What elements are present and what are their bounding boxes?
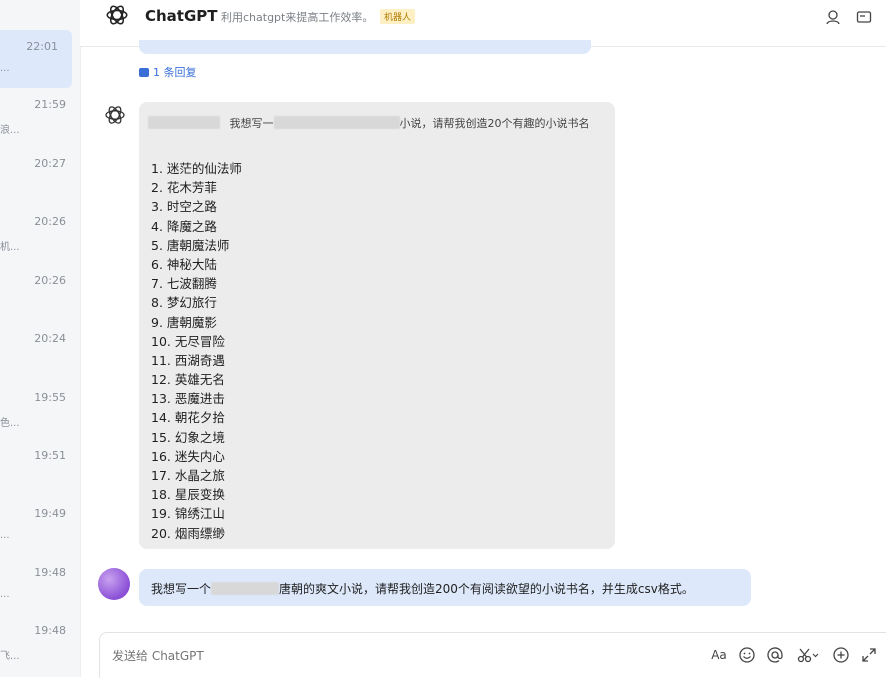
conversation-snippet: ... <box>0 589 10 600</box>
title-list: 1. 迷茫的仙法师 2. 花木芳菲 3. 时空之路 4. 降魔之路 5. 唐朝魔法师 6.… <box>151 159 242 543</box>
title-list-item: 15. 幻象之境 <box>151 429 225 445</box>
more-options-icon[interactable] <box>856 9 872 25</box>
conversation-item[interactable]: 20:24 <box>0 322 80 380</box>
user-avatar[interactable] <box>98 568 130 600</box>
conversation-time: 20:27 <box>34 157 66 170</box>
quoted-prompt: 我想写一 小说，请帮我创造20个有趣的小说书名 <box>148 115 590 131</box>
title-list-item: 11. 西湖奇遇 <box>151 352 225 368</box>
conversation-item[interactable]: 21:59 浪... <box>0 88 80 146</box>
screenshot-scissors-icon[interactable] <box>796 646 820 664</box>
conversation-item[interactable]: 22:01... <box>0 30 72 88</box>
title-list-item: 18. 星辰变换 <box>151 487 225 503</box>
reply-thread-link[interactable]: 1 条回复 <box>139 64 197 80</box>
member-icon[interactable] <box>825 9 841 25</box>
chat-subtitle: 利用chatgpt来提高工作效率。 <box>221 11 374 24</box>
bot-badge: 机器人 <box>380 9 416 24</box>
conversation-time: 20:24 <box>34 332 66 345</box>
title-list-item: 5. 唐朝魔法师 <box>151 237 230 253</box>
chat-title: ChatGPT <box>145 7 218 25</box>
conversation-item[interactable]: 20:26 机... <box>0 205 80 263</box>
conversation-item[interactable]: 19:51 <box>0 439 80 497</box>
conversation-item[interactable]: 19:55 色... <box>0 381 80 439</box>
title-list-item: 10. 无尽冒险 <box>151 333 225 349</box>
title-list-item: 2. 花木芳菲 <box>151 180 217 196</box>
emoji-icon[interactable] <box>738 646 756 664</box>
title-list-item: 6. 神秘大陆 <box>151 256 217 272</box>
font-format-button[interactable]: Aa <box>710 646 728 664</box>
expand-icon[interactable] <box>860 646 878 664</box>
conversation-snippet: 浪... <box>0 125 20 136</box>
redacted-text <box>211 582 280 595</box>
conversation-snippet: ... <box>0 530 10 541</box>
conversation-snippet: 色... <box>0 418 20 429</box>
previous-message-bubble <box>139 40 591 54</box>
chatgpt-logo-icon <box>106 5 128 25</box>
comment-icon <box>139 68 149 77</box>
mention-icon[interactable] <box>766 646 784 664</box>
conversation-item[interactable]: 20:27 <box>0 147 80 205</box>
redacted-text <box>273 116 400 129</box>
title-list-item: 3. 时空之路 <box>151 199 217 215</box>
title-list-item: 16. 迷失内心 <box>151 448 225 464</box>
conversation-time: 20:26 <box>34 274 66 287</box>
redacted-text <box>148 116 220 129</box>
title-list-item: 9. 唐朝魔影 <box>151 314 217 330</box>
conversation-snippet: 飞... <box>0 651 20 662</box>
conversation-snippet: 机... <box>0 242 20 253</box>
conversation-time: 19:48 <box>34 566 66 579</box>
conversation-item[interactable]: 19:48... <box>0 556 80 614</box>
conversation-time: 19:51 <box>34 449 66 462</box>
message-input[interactable] <box>112 649 412 663</box>
title-list-item: 8. 梦幻旅行 <box>151 295 217 311</box>
conversation-item[interactable]: 19:49... <box>0 497 80 555</box>
conversation-time: 19:49 <box>34 507 66 520</box>
title-list-item: 1. 迷茫的仙法师 <box>151 161 242 176</box>
title-list-item: 7. 七波翻腾 <box>151 276 217 292</box>
conversation-time: 19:48 <box>34 624 66 637</box>
chatgpt-avatar-icon <box>105 106 125 124</box>
title-list-item: 4. 降魔之路 <box>151 218 217 234</box>
title-list-item: 14. 朝花夕拾 <box>151 410 225 426</box>
add-icon[interactable] <box>832 646 850 664</box>
title-list-item: 20. 烟雨缥缈 <box>151 525 225 541</box>
message-composer: Aa <box>99 632 886 678</box>
title-list-item: 13. 恶魔进击 <box>151 391 225 407</box>
title-list-item: 17. 水晶之旅 <box>151 468 225 483</box>
conversation-item[interactable]: 20:26 <box>0 264 80 322</box>
conversation-list: 22:01... 21:59 浪... 20:27 20:26 机... 20:26 20:2… <box>0 0 81 677</box>
title-list-item: 12. 英雄无名 <box>151 372 225 388</box>
conversation-time: 19:55 <box>34 391 66 404</box>
conversation-time: 21:59 <box>34 98 66 111</box>
title-list-item: 19. 锦绣江山 <box>151 506 225 522</box>
conversation-time: 22:01 <box>26 40 58 53</box>
conversation-snippet: ... <box>0 63 10 74</box>
conversation-time: 20:26 <box>34 215 66 228</box>
conversation-item[interactable]: 19:48 飞... <box>0 614 80 672</box>
user-message-text: 我想写一个 唐朝的爽文小说，请帮我创造200个有阅读欲望的小说书名，并生成csv格… <box>151 582 694 596</box>
